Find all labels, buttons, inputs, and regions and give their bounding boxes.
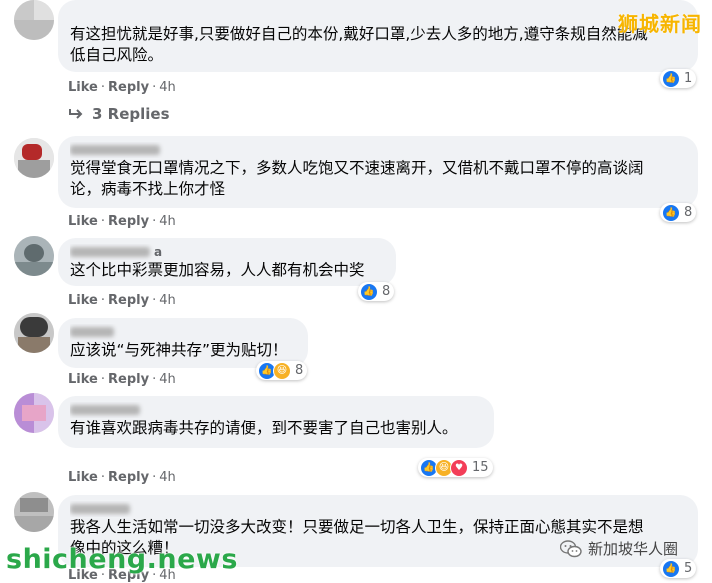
view-replies-button[interactable]: 3 Replies (68, 105, 170, 123)
commenter-name[interactable]: a (70, 244, 384, 260)
timestamp[interactable]: 4h (159, 470, 176, 485)
like-link[interactable]: Like (68, 470, 98, 485)
like-link[interactable]: Like (68, 372, 98, 387)
reply-link[interactable]: Reply (108, 80, 149, 95)
like-link[interactable]: Like (68, 293, 98, 308)
reaction-count: 8 (684, 205, 693, 220)
haha-icon: 😆 (273, 361, 291, 380)
avatar[interactable] (14, 492, 54, 532)
wechat-label: 新加坡华人圈 (588, 540, 679, 558)
timestamp[interactable]: 4h (159, 293, 176, 308)
like-icon: 👍 (360, 282, 378, 301)
timestamp[interactable]: 4h (159, 80, 176, 95)
comment-bubble: 有谁喜欢跟病毒共存的请便，到不要害了自己也害别人。 (58, 396, 494, 448)
reaction-count: 5 (684, 561, 693, 576)
commenter-name[interactable] (70, 142, 686, 158)
timestamp[interactable]: 4h (159, 214, 176, 229)
like-icon: 👍 (662, 203, 680, 222)
commenter-name[interactable] (70, 501, 686, 517)
reaction-summary[interactable]: 👍 1 (660, 69, 697, 88)
commenter-name[interactable] (70, 324, 296, 340)
avatar[interactable] (14, 313, 54, 353)
like-icon: 👍 (662, 69, 680, 88)
wechat-icon (560, 539, 582, 557)
comment-text: 有这担忧就是好事,只要做好自己的本份,戴好口罩,少去人多的地方,遵守条规自然能减 (70, 25, 648, 43)
reply-arrow-icon (69, 109, 83, 119)
comment-bubble: 觉得堂食无口罩情况之下，多数人吃饱又不速速离开，又借机不戴口罩不停的高谈阔 论，… (58, 136, 698, 208)
comment-text: 觉得堂食无口罩情况之下，多数人吃饱又不速速离开，又借机不戴口罩不停的高谈阔 (70, 159, 644, 177)
reaction-count: 1 (684, 71, 693, 86)
comment-actions: Like · Reply · 4h (68, 293, 176, 308)
replies-label: 3 Replies (92, 105, 170, 123)
avatar[interactable] (14, 138, 54, 178)
comment-text: 这个比中彩票更加容易，人人都有机会中奖 (70, 261, 365, 279)
comment-text: 论，病毒不找上你才怪 (70, 180, 226, 198)
avatar[interactable] (14, 236, 54, 276)
wechat-watermark: 新加坡华人圈 (560, 538, 678, 559)
reaction-count: 8 (382, 284, 391, 299)
comment-text: 我各人生活如常一切没多大改变！只要做足一切各人卫生，保持正面心態其实不是想 (70, 518, 644, 536)
reaction-summary[interactable]: 👍 8 (660, 203, 697, 222)
comment-text: 应该说“与死神共存”更为贴切！ (70, 341, 288, 359)
watermark-bottom: shicheng.news (6, 544, 238, 575)
comment-actions: Like · Reply · 4h (68, 470, 176, 485)
avatar[interactable] (14, 0, 54, 40)
reaction-count: 15 (472, 460, 489, 475)
timestamp[interactable]: 4h (159, 372, 176, 387)
reply-link[interactable]: Reply (108, 214, 149, 229)
watermark-top: 狮城新闻 (618, 12, 702, 36)
reply-link[interactable]: Reply (108, 470, 149, 485)
reaction-summary[interactable]: 👍 😆 8 (256, 361, 308, 380)
comment-actions: Like · Reply · 4h (68, 372, 176, 387)
like-link[interactable]: Like (68, 80, 98, 95)
like-link[interactable]: Like (68, 214, 98, 229)
reaction-count: 8 (295, 363, 304, 378)
comment-actions: Like · Reply · 4h (68, 80, 176, 95)
like-icon: 👍 (662, 559, 680, 578)
comment-bubble: 有这担忧就是好事,只要做好自己的本份,戴好口罩,少去人多的地方,遵守条规自然能减… (58, 0, 698, 72)
comment-actions: Like · Reply · 4h (68, 214, 176, 229)
reaction-summary[interactable]: 👍 5 (660, 559, 697, 578)
reply-link[interactable]: Reply (108, 372, 149, 387)
reaction-summary[interactable]: 👍 8 (358, 282, 395, 301)
avatar[interactable] (14, 393, 54, 433)
commenter-name[interactable] (70, 402, 482, 418)
comment-bubble: a 这个比中彩票更加容易，人人都有机会中奖 (58, 238, 396, 286)
reaction-summary[interactable]: 👍 😆 ♥ 15 (418, 458, 493, 477)
reply-link[interactable]: Reply (108, 293, 149, 308)
comment-text: 低自己风险。 (70, 46, 164, 64)
love-icon: ♥ (450, 458, 468, 477)
comment-text: 有谁喜欢跟病毒共存的请便，到不要害了自己也害别人。 (70, 419, 458, 437)
